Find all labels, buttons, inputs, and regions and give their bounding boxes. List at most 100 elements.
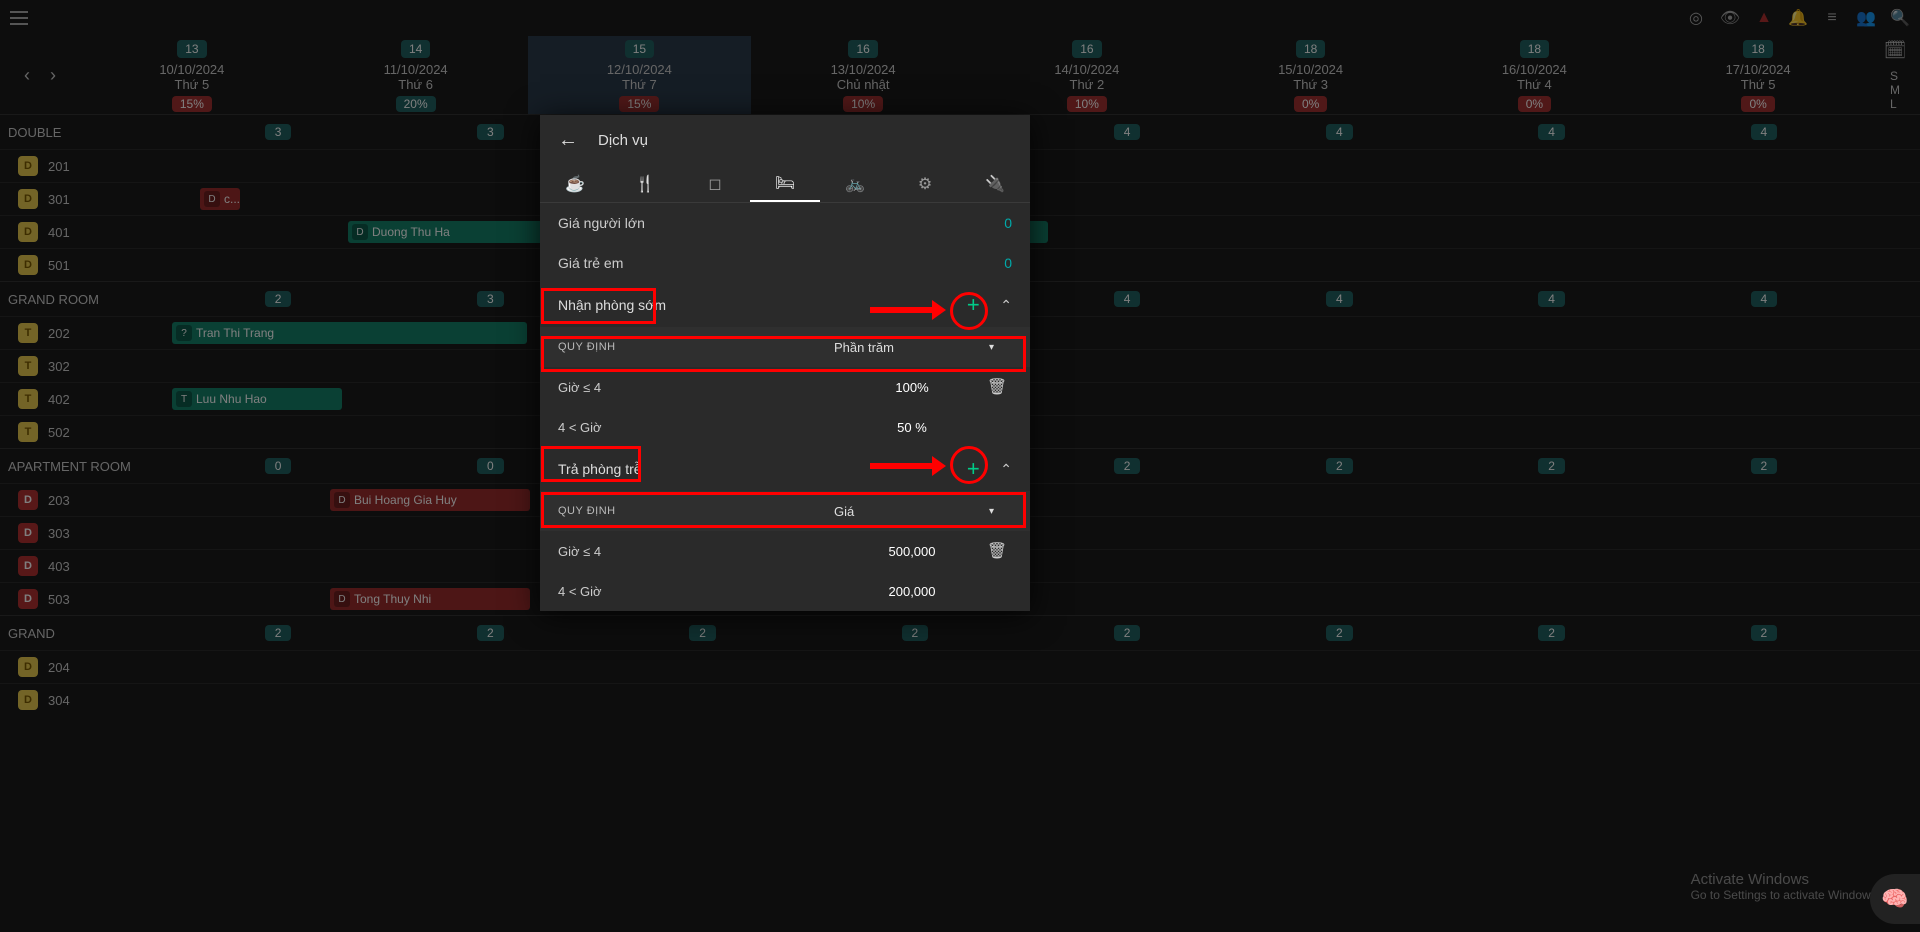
hamburger-menu[interactable] [10, 11, 28, 25]
room-number: 202 [48, 326, 70, 341]
reservation-bar[interactable]: TLuu Nhu Hao [172, 388, 342, 410]
reservation-chip: D [352, 224, 368, 240]
count-badge: 2 [1114, 625, 1141, 641]
day-label: Thứ 3 [1199, 77, 1423, 92]
room-chip: D [18, 657, 38, 677]
room-row[interactable]: D304 [0, 683, 1920, 716]
date-col[interactable]: 18 15/10/2024 Thứ 3 0% [1199, 36, 1423, 114]
rule-2-2-label: 4 < Giờ [558, 584, 842, 599]
room-row[interactable]: D204 [0, 650, 1920, 683]
add-late-checkout-button[interactable]: + [956, 452, 990, 486]
bell-icon[interactable]: 🔔 [1788, 8, 1808, 28]
add-early-checkin-button[interactable]: + [956, 288, 990, 322]
chat-bubble[interactable]: 🧠 [1870, 874, 1920, 924]
rule-2-2-value[interactable]: 200,000 [842, 584, 982, 599]
count-badge: 2 [1751, 625, 1778, 641]
adult-price-value[interactable]: 0 [892, 215, 1012, 231]
count-badge: 4 [1751, 124, 1778, 140]
warning-icon[interactable]: ▲ [1754, 8, 1774, 28]
size-button[interactable]: S [1890, 69, 1900, 83]
date-col[interactable]: 16 14/10/2024 Thứ 2 10% [975, 36, 1199, 114]
child-price-value[interactable]: 0 [892, 255, 1012, 271]
topbar: ◎ 👁 ▲ 🔔 ≡ 👥 🔍 [0, 0, 1920, 36]
rule-1-2-value[interactable]: 50 % [842, 420, 982, 435]
category-label: APARTMENT ROOM [0, 459, 172, 474]
tab-bed-icon[interactable]: 🛏 [750, 165, 820, 202]
room-number: 303 [48, 526, 70, 541]
target-icon[interactable]: ◎ [1686, 8, 1706, 28]
rule-header-1: QUY ĐỊNH [558, 341, 834, 353]
count-badge: 2 [477, 625, 504, 641]
date-col[interactable]: 18 16/10/2024 Thứ 4 0% [1423, 36, 1647, 114]
size-button[interactable]: M [1890, 83, 1900, 97]
pct-badge: 10% [843, 96, 883, 112]
count-badge: 4 [1326, 124, 1353, 140]
count-badge: 3 [477, 291, 504, 307]
tab-laundry-icon[interactable]: ◻ [680, 165, 750, 202]
rule-1-1-value[interactable]: 100% [842, 380, 982, 395]
reservation-chip: D [334, 591, 350, 607]
next-arrow[interactable]: › [50, 65, 56, 86]
date-col[interactable]: 14 11/10/2024 Thứ 6 20% [304, 36, 528, 114]
count-badge: 4 [1538, 124, 1565, 140]
list-icon[interactable]: ≡ [1822, 8, 1842, 28]
count-badge: 4 [1538, 291, 1565, 307]
tab-restaurant-icon[interactable]: 🍴 [610, 165, 680, 202]
chevron-up-icon[interactable]: ⌃ [1000, 297, 1012, 314]
tab-bike-icon[interactable]: 🚲 [820, 165, 890, 202]
tab-plug-icon[interactable]: 🔌 [960, 165, 1030, 202]
date-label: 10/10/2024 [80, 62, 304, 77]
room-number: 501 [48, 258, 70, 273]
count-badge: 4 [1114, 291, 1141, 307]
delete-rule-icon[interactable]: 🗑 [982, 541, 1012, 561]
room-chip: D [18, 690, 38, 710]
prev-arrow[interactable]: ‹ [24, 65, 30, 86]
reservation-bar[interactable]: Dc... [200, 188, 240, 210]
chevron-up-icon[interactable]: ⌃ [1000, 461, 1012, 478]
date-col[interactable]: 16 13/10/2024 Chủ nhật 10% [751, 36, 975, 114]
add-user-icon[interactable]: 👥 [1856, 8, 1876, 28]
date-badge: 15 [625, 40, 654, 58]
late-checkout-label: Trả phòng trễ [558, 461, 956, 477]
reservation-guest: Tran Thi Trang [196, 326, 274, 340]
date-label: 16/10/2024 [1423, 62, 1647, 77]
count-badge: 2 [265, 625, 292, 641]
date-col[interactable]: 13 10/10/2024 Thứ 5 15% [80, 36, 304, 114]
reservation-guest: Tong Thuy Nhi [354, 592, 431, 606]
calendar-icon[interactable]: 🗓 [1884, 40, 1907, 61]
rule-1-dropdown[interactable]: Phần trăm ▾ [834, 340, 994, 355]
room-chip: T [18, 356, 38, 376]
date-col[interactable]: 18 17/10/2024 Thứ 5 0% [1646, 36, 1870, 114]
reservation-guest: c... [224, 192, 240, 206]
pct-badge: 10% [1067, 96, 1107, 112]
tab-settings-icon[interactable]: ⚙ [890, 165, 960, 202]
rule-2-1-value[interactable]: 500,000 [842, 544, 982, 559]
date-badge: 14 [401, 40, 430, 58]
date-col[interactable]: 15 12/10/2024 Thứ 7 15% [528, 36, 752, 114]
day-label: Thứ 5 [1646, 77, 1870, 92]
reservation-chip: ? [176, 325, 192, 341]
room-number: 503 [48, 592, 70, 607]
count-badge: 2 [689, 625, 716, 641]
search-icon[interactable]: 🔍 [1890, 8, 1910, 28]
size-button[interactable]: L [1890, 97, 1900, 111]
category-row: GRAND22222222 [0, 615, 1920, 650]
date-badge: 18 [1520, 40, 1549, 58]
back-arrow-icon[interactable]: ← [558, 129, 578, 152]
service-modal: ← Dịch vụ ☕ 🍴 ◻ 🛏 🚲 ⚙ 🔌 Giá người lớn 0 … [540, 115, 1030, 611]
reservation-guest: Duong Thu Ha [372, 225, 450, 239]
reservation-bar[interactable]: ? Tran Thi Trang [172, 322, 527, 344]
delete-rule-icon[interactable]: 🗑 [982, 377, 1012, 397]
count-badge: 4 [1326, 291, 1353, 307]
reservation-bar[interactable]: DBui Hoang Gia Huy [330, 489, 530, 511]
date-label: 12/10/2024 [528, 62, 752, 77]
reservation-guest: Bui Hoang Gia Huy [354, 493, 457, 507]
reservation-bar[interactable]: D Tong Thuy Nhi [330, 588, 530, 610]
pct-badge: 15% [172, 96, 212, 112]
tab-coffee-icon[interactable]: ☕ [540, 165, 610, 202]
count-badge: 2 [1114, 458, 1141, 474]
rule-2-dropdown[interactable]: Giá ▾ [834, 504, 994, 519]
room-chip: D [18, 523, 38, 543]
room-chip: D [18, 556, 38, 576]
eye-icon[interactable]: 👁 [1720, 8, 1740, 28]
